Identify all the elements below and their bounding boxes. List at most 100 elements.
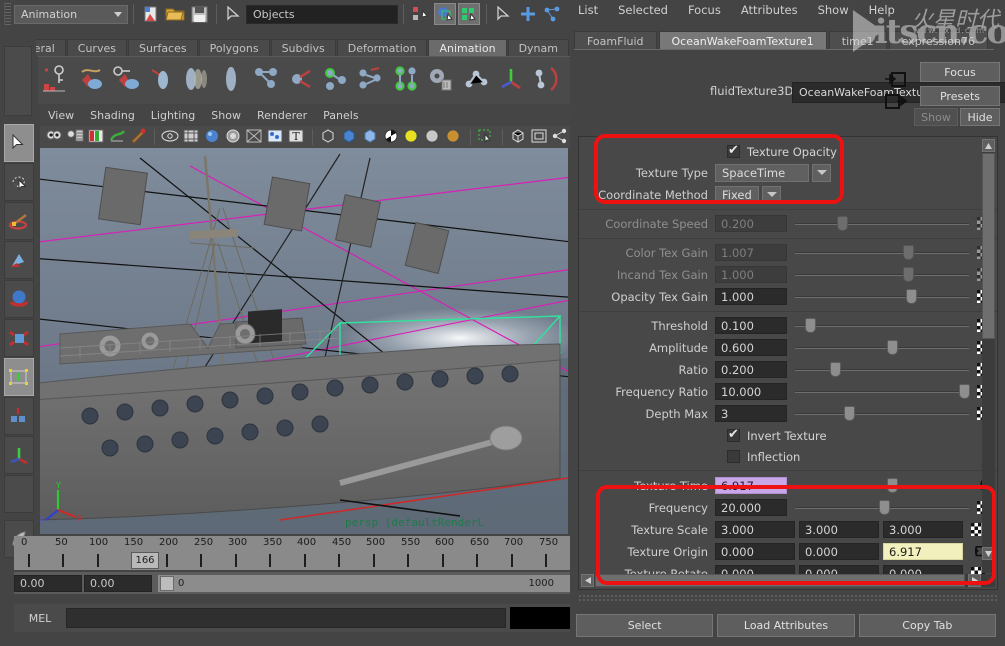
image-plane-icon[interactable] [87,128,106,147]
frequency-ratio-field[interactable]: 10.000 [715,383,787,400]
inflection-row[interactable]: Inflection [579,446,997,467]
ae-tab-oceanwakefoamtexture1[interactable]: OceanWakeFoamTexture1 [659,31,827,50]
range-slider-handle[interactable] [160,576,174,591]
incand-tex-gain-slider[interactable] [795,266,969,283]
move-tool-icon[interactable] [4,241,34,279]
texture-scale-z-field[interactable]: 3.000 [883,521,963,538]
opacity-tex-gain-field[interactable]: 1.000 [715,288,787,305]
attribute-scroll-area[interactable]: Texture Opacity Texture Type SpaceTime C… [578,136,998,590]
light-gray-icon[interactable] [424,128,443,147]
snap-to-grid-icon[interactable] [517,3,539,25]
grease-pencil-icon[interactable] [129,128,148,147]
color-tex-gain-field[interactable]: 1.007 [715,244,787,261]
ik-rp-solver-icon[interactable] [531,64,564,97]
ratio-field[interactable]: 0.200 [715,361,787,378]
viewport-menu-lighting[interactable]: Lighting [151,109,195,122]
invert-texture-checkbox[interactable] [727,429,740,442]
depth-max-field[interactable]: 3 [715,405,787,422]
use-all-lights-icon[interactable] [224,128,243,147]
opacity-tex-gain-slider[interactable] [795,288,969,305]
depth-max-slider[interactable] [795,405,969,422]
texture-origin-z-field[interactable]: 6.917 [883,543,963,560]
joint-tool-icon[interactable] [251,64,284,97]
range-end-field[interactable]: 0.00 [84,575,152,592]
shelf-tab-dynamics[interactable]: Dynam [508,39,569,56]
amplitude-field[interactable]: 0.600 [715,339,787,356]
select-button[interactable]: Select [576,614,713,637]
scale-tool-icon[interactable] [4,319,34,357]
selection-mask-icon[interactable] [223,3,245,25]
amplitude-slider[interactable] [795,339,969,356]
shadows-icon[interactable] [245,128,264,147]
texture-origin-y-field[interactable]: 0.000 [799,543,879,560]
focus-button[interactable]: Focus [920,62,1000,82]
frequency-field[interactable]: 20.000 [715,499,787,516]
load-attributes-button[interactable]: Load Attributes [717,614,854,637]
texture-scale-y-field[interactable]: 3.000 [799,521,879,538]
isolate-select-icon[interactable] [319,128,338,147]
horizontal-scrollbar[interactable] [581,574,995,587]
show-manipulator-tool-icon[interactable] [4,436,34,474]
command-language-label[interactable]: MEL [14,612,66,625]
presets-button[interactable]: Presets [920,86,1000,106]
hide-button[interactable]: Hide [960,108,1000,126]
viewport-menu-shading[interactable]: Shading [90,109,135,122]
ae-menu-help[interactable]: Help [869,3,895,17]
threshold-slider[interactable] [795,317,969,334]
output-connection-icon[interactable] [884,93,908,114]
bind-skin-icon[interactable] [216,64,249,97]
shelf-tab-polygons[interactable]: Polygons [199,39,270,56]
panel-drag-handle[interactable] [578,594,998,602]
show-button[interactable]: Show [914,108,958,126]
delete-constraint-icon[interactable] [426,64,459,97]
viewport-menu-show[interactable]: Show [211,109,241,122]
scroll-left-icon[interactable] [581,574,594,587]
lasso-select-tool-icon[interactable] [4,163,34,201]
frequency-slider[interactable] [795,499,969,516]
select-tool-icon[interactable] [4,124,34,162]
save-scene-icon[interactable] [188,3,210,25]
ae-menu-focus[interactable]: Focus [688,3,721,17]
camera-attributes-icon[interactable] [66,128,85,147]
ae-tab-expression76[interactable]: expression76 [889,31,988,50]
ratio-slider[interactable] [795,361,969,378]
hardware-texturing-icon[interactable] [382,128,401,147]
coordinate-speed-field[interactable]: 0.200 [715,215,787,232]
snap-to-curve-icon[interactable] [541,3,563,25]
scroll-down-icon[interactable] [982,547,995,560]
shade-textured-icon[interactable] [203,128,222,147]
viewport-menu-view[interactable]: View [48,109,74,122]
threshold-field[interactable]: 0.100 [715,317,787,334]
local-rotation-axis-icon[interactable] [496,64,529,97]
two-d-pan-zoom-icon[interactable] [108,128,127,147]
ik-spline-icon[interactable] [286,64,319,97]
skeleton-chain-icon[interactable] [461,64,494,97]
display-textures-cube-icon[interactable] [361,128,380,147]
shelf-tab-surfaces[interactable]: Surfaces [128,39,198,56]
range-slider[interactable]: 0 1000 [158,575,570,592]
skeleton-ghost-icon[interactable] [181,64,214,97]
share-graph-icon[interactable] [551,128,570,147]
menu-set-selector[interactable]: Animation [14,5,128,24]
marquee-select-icon[interactable] [477,128,496,147]
light-yellow-icon[interactable] [403,128,422,147]
scroll-thumb[interactable] [982,153,995,339]
constraint-orient-icon[interactable] [356,64,389,97]
set-breakdown-key-icon[interactable] [76,64,109,97]
set-driven-key-icon[interactable] [111,64,144,97]
input-connection-icon[interactable] [884,71,908,92]
range-start-field[interactable]: 0.00 [14,575,82,592]
shelf-tab-subdivs[interactable]: Subdivs [271,39,336,56]
paint-selection-tool-icon[interactable] [4,202,34,240]
texture-time-field[interactable]: 6.917 [715,477,787,494]
inflection-checkbox[interactable] [727,450,740,463]
coordinate-method-dropdown[interactable]: Fixed [715,186,759,204]
text-icon[interactable]: T [287,128,306,147]
texture-opacity-checkbox[interactable] [727,145,740,158]
open-scene-icon[interactable] [164,3,186,25]
perspective-viewport[interactable]: Y X Z persp (defaultRenderL [40,148,568,534]
frequency-ratio-slider[interactable] [795,383,969,400]
color-tex-gain-slider[interactable] [795,244,969,261]
ae-menu-show[interactable]: Show [818,3,849,17]
wireframe-shading-icon[interactable] [161,128,180,147]
